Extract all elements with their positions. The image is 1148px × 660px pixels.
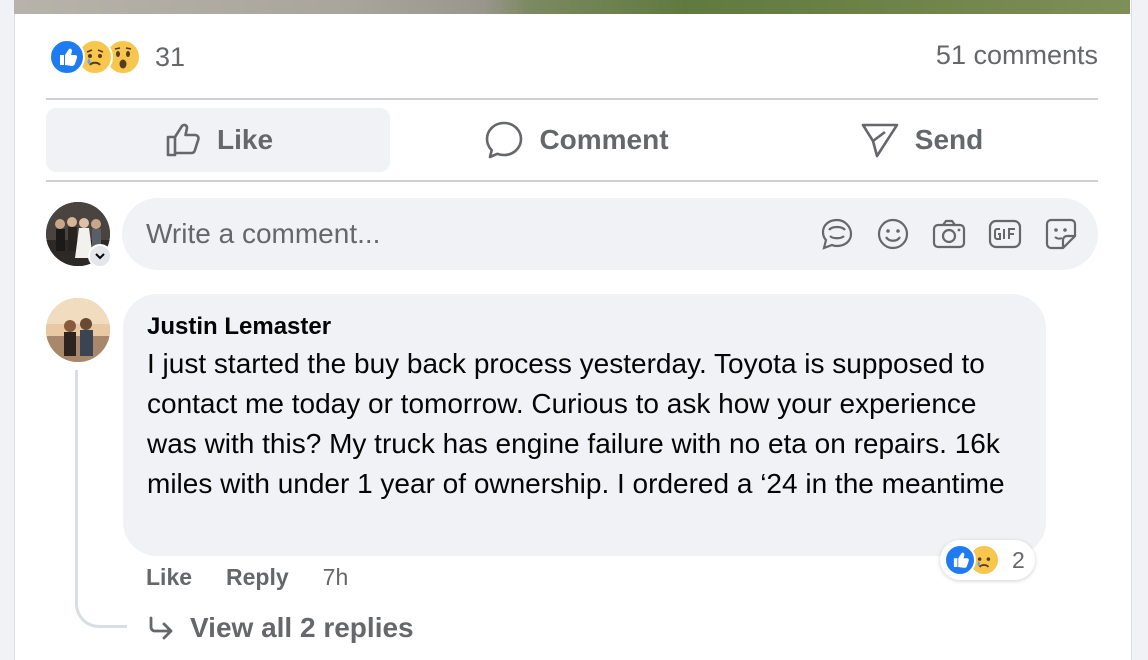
post-action-bar: Like Comment Send: [46, 108, 1098, 172]
reply-arrow-icon: [149, 616, 173, 640]
sticker-icon[interactable]: [1043, 216, 1079, 252]
comment-like-link[interactable]: Like: [146, 564, 192, 591]
divider: [46, 180, 1098, 182]
divider: [46, 98, 1098, 100]
comment-meta: Like Reply 7h: [146, 562, 348, 592]
comment-author[interactable]: Justin Lemaster: [147, 312, 1022, 342]
thumbs-up-icon: [166, 123, 200, 157]
comment-composer[interactable]: [122, 198, 1098, 270]
gif-icon[interactable]: [987, 216, 1023, 252]
like-reaction-icon: [49, 39, 85, 75]
view-replies-label: View all 2 replies: [190, 612, 414, 643]
send-button[interactable]: Send: [836, 108, 1006, 172]
like-button[interactable]: Like: [46, 108, 390, 172]
reply-thread-line: [75, 370, 127, 628]
like-reaction-icon: [944, 544, 976, 576]
view-replies-link[interactable]: View all 2 replies: [146, 608, 414, 648]
avatar-sticker-icon[interactable]: [819, 216, 855, 252]
like-button-label: Like: [216, 124, 274, 155]
camera-icon[interactable]: [931, 216, 967, 252]
send-icon: [861, 123, 899, 158]
comment-icon: [486, 121, 523, 159]
emoji-icon[interactable]: [875, 216, 911, 252]
send-button-label: Send: [914, 124, 984, 155]
commenter-avatar[interactable]: [46, 298, 110, 362]
post-photo[interactable]: [14, 0, 1130, 14]
reaction-count: 31: [155, 41, 186, 72]
comments-count-link[interactable]: 51 comments: [936, 40, 1098, 71]
reaction-summary[interactable]: 31: [49, 38, 185, 76]
comment-reaction-summary[interactable]: 2: [940, 540, 1035, 580]
comment-button-label: Comment: [539, 124, 669, 155]
comment-text: I just started the buy back process yest…: [147, 348, 1005, 499]
comment-reply-link[interactable]: Reply: [226, 564, 289, 591]
comment-bubble[interactable]: Justin Lemaster I just started the buy b…: [123, 294, 1046, 556]
profile-switcher-chevron-icon[interactable]: [88, 244, 112, 268]
comment-button[interactable]: Comment: [451, 108, 701, 172]
comment-input[interactable]: [146, 198, 766, 270]
comment-timestamp[interactable]: 7h: [323, 564, 349, 591]
comment-reaction-count: 2: [1012, 546, 1025, 573]
